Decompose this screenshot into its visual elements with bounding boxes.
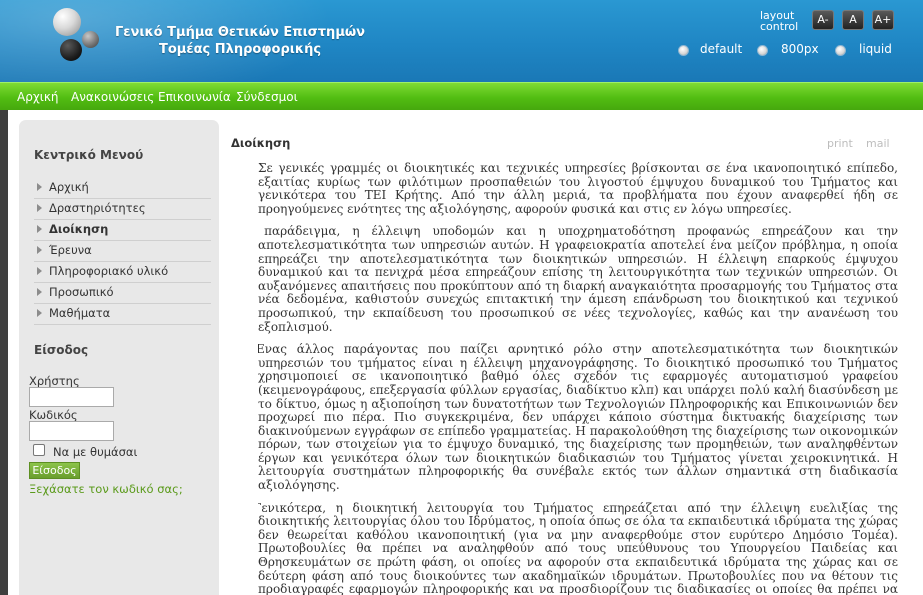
- layout-liquid-label[interactable]: liquid: [859, 42, 892, 56]
- main-menu-title: Κεντρικό Μενού: [34, 148, 144, 162]
- sidebar-item-label: Μαθήματα: [49, 306, 111, 320]
- sidebar-item-label: Πληροφοριακό υλικό: [49, 264, 169, 278]
- article-paragraph: Σε γενικές γραμμές οι διοικητικές και τε…: [258, 162, 898, 216]
- layout-default-label[interactable]: default: [700, 42, 742, 56]
- sidebar-item-label: Δραστηριότητες: [49, 201, 146, 215]
- top-nav: Αρχική Ανακοινώσεις Επικοινωνία Σύνδεσμο…: [0, 82, 923, 110]
- login-title: Είσοδος: [34, 343, 89, 357]
- arrow-right-icon: [37, 288, 42, 296]
- font-reset-button[interactable]: A: [842, 10, 864, 30]
- password-label: Κωδικός: [29, 408, 78, 422]
- logo-ball-white: [53, 8, 81, 36]
- site-title-line2: Τομέας Πληροφορικής: [159, 42, 322, 57]
- sidebar-item-administration[interactable]: Διοίκηση: [34, 220, 211, 241]
- nav-item-announcements[interactable]: Ανακοινώσεις: [71, 90, 154, 104]
- article-body: Σε γενικές γραμμές οι διοικητικές και τε…: [258, 162, 898, 595]
- sidebar-item-information-material[interactable]: Πληροφοριακό υλικό: [34, 262, 211, 283]
- article-paragraph: Για παράδειγμα, η έλλειψη υποδομών και η…: [258, 224, 898, 334]
- arrow-right-icon: [37, 309, 42, 317]
- layout-800px-radio[interactable]: [757, 45, 768, 56]
- sidebar-item-home[interactable]: Αρχική: [34, 178, 211, 199]
- password-input[interactable]: [29, 421, 114, 441]
- site-header: Γενικό Τμήμα Θετικών Επιστημών Τομέας Πλ…: [0, 0, 923, 82]
- site-title[interactable]: Γενικό Τμήμα Θετικών Επιστημών Τομέας Πλ…: [115, 24, 365, 58]
- forgot-password-link[interactable]: Ξεχάσατε τον κωδικό σας;: [29, 482, 183, 496]
- arrow-right-icon: [37, 225, 42, 233]
- sidebar-item-label: Προσωπικό: [49, 285, 114, 299]
- sidebar-item-staff[interactable]: Προσωπικό: [34, 283, 211, 304]
- mail-link[interactable]: mail: [866, 137, 890, 150]
- font-decrease-button[interactable]: A-: [812, 10, 834, 30]
- layout-label-line2: control: [760, 20, 799, 33]
- nav-item-links[interactable]: Σύνδεσμοι: [236, 90, 298, 104]
- sidebar-item-activities[interactable]: Δραστηριότητες: [34, 199, 211, 220]
- layout-default-radio[interactable]: [678, 45, 689, 56]
- logo-ball-grey: [82, 31, 99, 48]
- remember-me-label[interactable]: Να με θυμάσαι: [53, 445, 137, 459]
- login-button[interactable]: Είσοδος: [29, 462, 80, 479]
- remember-me-checkbox[interactable]: [33, 444, 45, 456]
- print-link[interactable]: print: [827, 137, 853, 150]
- sidebar-item-research[interactable]: Έρευνα: [34, 241, 211, 262]
- site-logo[interactable]: [50, 8, 102, 64]
- site-title-line1: Γενικό Τμήμα Θετικών Επιστημών: [115, 25, 366, 40]
- font-increase-button[interactable]: A+: [872, 10, 894, 30]
- arrow-right-icon: [37, 267, 42, 275]
- sidebar-item-courses[interactable]: Μαθήματα: [34, 304, 211, 325]
- nav-item-contact[interactable]: Επικοινωνία: [158, 90, 231, 104]
- article-paragraph: Ένας άλλος παράγοντας που παίζει αρνητικ…: [258, 342, 898, 493]
- arrow-right-icon: [37, 204, 42, 212]
- layout-control-label: layout control: [760, 10, 798, 32]
- nav-item-home[interactable]: Αρχική: [17, 90, 59, 104]
- sidebar-item-label: Έρευνα: [49, 243, 92, 257]
- layout-liquid-radio[interactable]: [835, 45, 846, 56]
- logo-ball-black: [60, 39, 82, 61]
- arrow-right-icon: [37, 246, 42, 254]
- username-input[interactable]: [29, 387, 114, 407]
- arrow-right-icon: [37, 183, 42, 191]
- sidebar: Κεντρικό Μενού Αρχική Δραστηριότητες Διο…: [19, 120, 219, 595]
- layout-800px-label[interactable]: 800px: [781, 42, 819, 56]
- sidebar-item-label: Αρχική: [49, 180, 89, 194]
- sidebar-item-label: Διοίκηση: [49, 222, 109, 236]
- username-label: Χρήστης: [29, 374, 80, 388]
- page-title: Διοίκηση: [231, 136, 291, 150]
- article-paragraph: Γενικότερα, η διοικητική λειτουργία του …: [258, 500, 898, 595]
